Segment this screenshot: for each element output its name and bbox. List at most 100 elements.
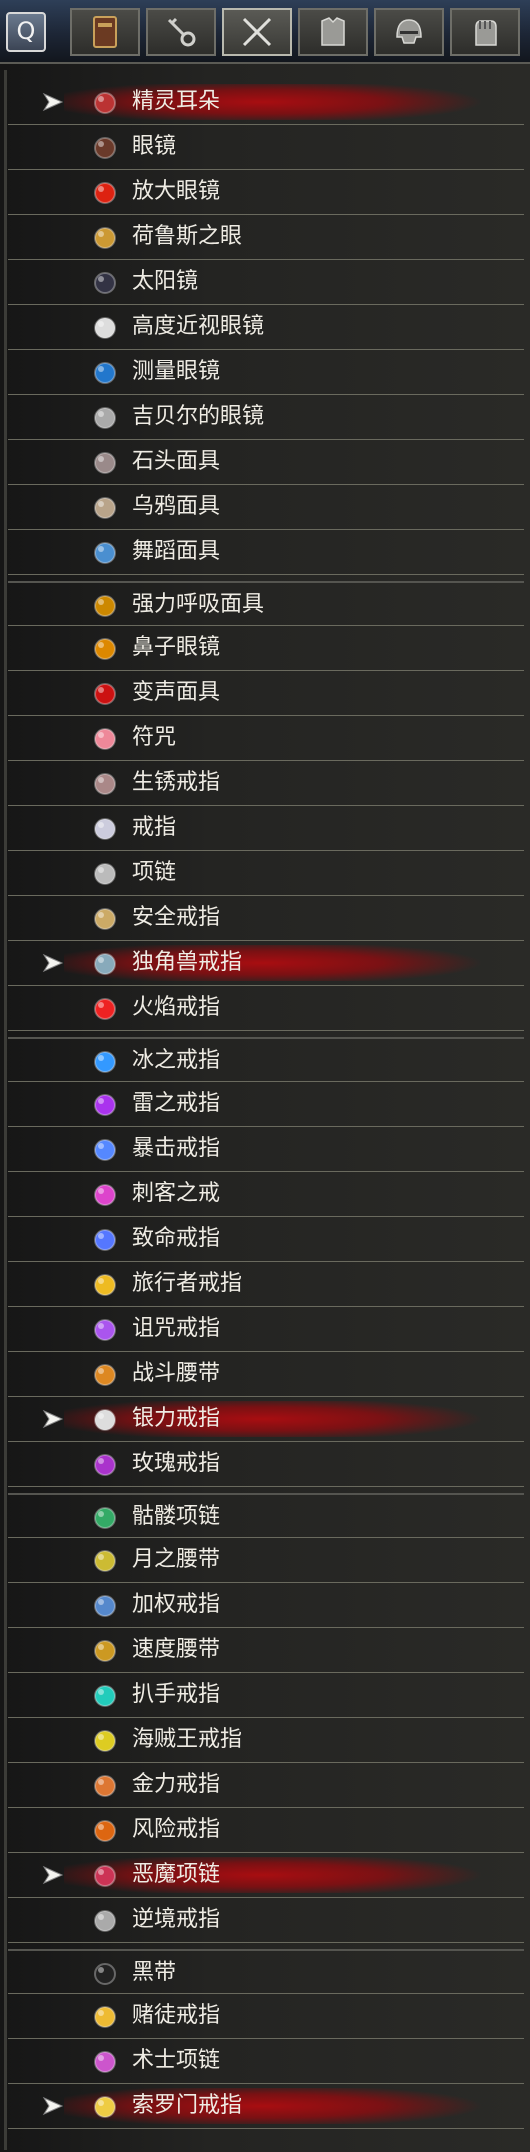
list-item[interactable]: 独角兽戒指 bbox=[8, 941, 524, 986]
fatal-ring-icon bbox=[88, 1223, 122, 1257]
blue-lens-glasses-icon bbox=[88, 356, 122, 390]
list-item[interactable]: 测量眼镜 bbox=[8, 350, 524, 395]
tab-weapons[interactable] bbox=[222, 8, 292, 56]
item-label: 高度近视眼镜 bbox=[132, 314, 265, 339]
list-item[interactable]: 舞蹈面具 bbox=[8, 530, 524, 575]
safety-ring-icon bbox=[88, 902, 122, 936]
item-label: 银力戒指 bbox=[132, 1406, 221, 1431]
selection-cursor-icon bbox=[42, 1865, 64, 1885]
item-label: 雷之戒指 bbox=[132, 1091, 221, 1116]
list-item[interactable]: 乌鸦面具 bbox=[8, 485, 524, 530]
list-item[interactable]: 刺客之戒 bbox=[8, 1172, 524, 1217]
item-label: 荷鲁斯之眼 bbox=[132, 224, 243, 249]
list-item[interactable]: 精灵耳朵 bbox=[8, 80, 524, 125]
tab-book[interactable] bbox=[70, 8, 140, 56]
helmet-icon bbox=[396, 19, 422, 44]
breathing-mask-icon bbox=[88, 589, 122, 623]
item-label: 扒手戒指 bbox=[132, 1682, 221, 1707]
list-item[interactable]: 骷髅项链 bbox=[8, 1493, 524, 1538]
item-label: 石头面具 bbox=[132, 449, 221, 474]
list-item[interactable]: 鼻子眼镜 bbox=[8, 626, 524, 671]
list-item[interactable]: 冰之戒指 bbox=[8, 1037, 524, 1082]
list-item[interactable]: 石头面具 bbox=[8, 440, 524, 485]
list-item[interactable]: 高度近视眼镜 bbox=[8, 305, 524, 350]
search-button[interactable]: Q bbox=[6, 12, 46, 52]
list-item[interactable]: 暴击戒指 bbox=[8, 1127, 524, 1172]
item-label: 暴击戒指 bbox=[132, 1136, 221, 1161]
weighted-ring-icon bbox=[88, 1589, 122, 1623]
item-label: 术士项链 bbox=[132, 2048, 221, 2073]
list-item[interactable]: 戒指 bbox=[8, 806, 524, 851]
tab-armor[interactable] bbox=[298, 8, 368, 56]
list-item[interactable]: 雷之戒指 bbox=[8, 1082, 524, 1127]
selection-cursor-icon bbox=[42, 953, 64, 973]
speed-belt-icon bbox=[88, 1634, 122, 1668]
list-item[interactable]: 符咒 bbox=[8, 716, 524, 761]
list-item[interactable]: 变声面具 bbox=[8, 671, 524, 716]
item-label: 旅行者戒指 bbox=[132, 1271, 243, 1296]
selection-cursor-icon bbox=[42, 92, 64, 112]
thunder-ring-icon bbox=[88, 1088, 122, 1122]
traveler-ring-icon bbox=[88, 1268, 122, 1302]
list-item[interactable]: 金力戒指 bbox=[8, 1763, 524, 1808]
list-item[interactable]: 扒手戒指 bbox=[8, 1673, 524, 1718]
selection-cursor-icon bbox=[42, 1409, 64, 1429]
stone-mask-icon bbox=[88, 446, 122, 480]
list-item[interactable]: 项链 bbox=[8, 851, 524, 896]
silver-ring-icon bbox=[88, 1403, 122, 1437]
crow-mask-icon bbox=[88, 491, 122, 525]
list-item[interactable]: 术士项链 bbox=[8, 2039, 524, 2084]
list-item[interactable]: 索罗门戒指 bbox=[8, 2084, 524, 2129]
gambler-ring-icon bbox=[88, 2000, 122, 2034]
list-item[interactable]: 银力戒指 bbox=[8, 1397, 524, 1442]
item-label: 逆境戒指 bbox=[132, 1907, 221, 1932]
item-label: 鼻子眼镜 bbox=[132, 635, 221, 660]
list-item[interactable]: 安全戒指 bbox=[8, 896, 524, 941]
list-item[interactable]: 速度腰带 bbox=[8, 1628, 524, 1673]
eyeglasses-icon bbox=[88, 131, 122, 165]
list-item[interactable]: 战斗腰带 bbox=[8, 1352, 524, 1397]
list-item[interactable]: 太阳镜 bbox=[8, 260, 524, 305]
scroll-rail[interactable] bbox=[4, 70, 7, 2150]
pirate-king-ring-icon bbox=[88, 1724, 122, 1758]
list-item[interactable]: 火焰戒指 bbox=[8, 986, 524, 1031]
list-item[interactable]: 旅行者戒指 bbox=[8, 1262, 524, 1307]
list-item[interactable]: 恶魔项链 bbox=[8, 1853, 524, 1898]
tab-key[interactable] bbox=[146, 8, 216, 56]
item-label: 骷髅项链 bbox=[132, 1504, 221, 1529]
list-item[interactable]: 吉贝尔的眼镜 bbox=[8, 395, 524, 440]
voice-mask-icon bbox=[88, 677, 122, 711]
list-item[interactable]: 诅咒戒指 bbox=[8, 1307, 524, 1352]
demon-necklace-icon bbox=[88, 1859, 122, 1893]
list-item[interactable]: 放大眼镜 bbox=[8, 170, 524, 215]
list-item[interactable]: 生锈戒指 bbox=[8, 761, 524, 806]
item-label: 项链 bbox=[132, 860, 177, 885]
tab-gauntlet[interactable] bbox=[450, 8, 520, 56]
list-item[interactable]: 致命戒指 bbox=[8, 1217, 524, 1262]
list-item[interactable]: 黑带 bbox=[8, 1949, 524, 1994]
book-icon bbox=[93, 16, 117, 48]
list-item[interactable]: 眼镜 bbox=[8, 125, 524, 170]
list-item[interactable]: 强力呼吸面具 bbox=[8, 581, 524, 626]
item-label: 精灵耳朵 bbox=[132, 89, 221, 114]
list-item[interactable]: 荷鲁斯之眼 bbox=[8, 215, 524, 260]
list-item[interactable]: 赌徒戒指 bbox=[8, 1994, 524, 2039]
item-label: 战斗腰带 bbox=[132, 1361, 221, 1386]
item-label: 致命戒指 bbox=[132, 1226, 221, 1251]
magnifying-glasses-icon bbox=[88, 176, 122, 210]
item-label: 恶魔项链 bbox=[132, 1862, 221, 1887]
item-label: 放大眼镜 bbox=[132, 179, 221, 204]
list-item[interactable]: 逆境戒指 bbox=[8, 1898, 524, 1943]
tab-helmet[interactable] bbox=[374, 8, 444, 56]
list-item[interactable]: 玫瑰戒指 bbox=[8, 1442, 524, 1487]
item-label: 吉贝尔的眼镜 bbox=[132, 404, 265, 429]
risk-ring-icon bbox=[88, 1814, 122, 1848]
list-item[interactable]: 海贼王戒指 bbox=[8, 1718, 524, 1763]
item-label: 安全戒指 bbox=[132, 905, 221, 930]
list-item[interactable]: 风险戒指 bbox=[8, 1808, 524, 1853]
item-label: 金力戒指 bbox=[132, 1772, 221, 1797]
list-item[interactable]: 加权戒指 bbox=[8, 1583, 524, 1628]
item-label: 风险戒指 bbox=[132, 1817, 221, 1842]
toolbar: Q bbox=[0, 0, 530, 64]
list-item[interactable]: 月之腰带 bbox=[8, 1538, 524, 1583]
